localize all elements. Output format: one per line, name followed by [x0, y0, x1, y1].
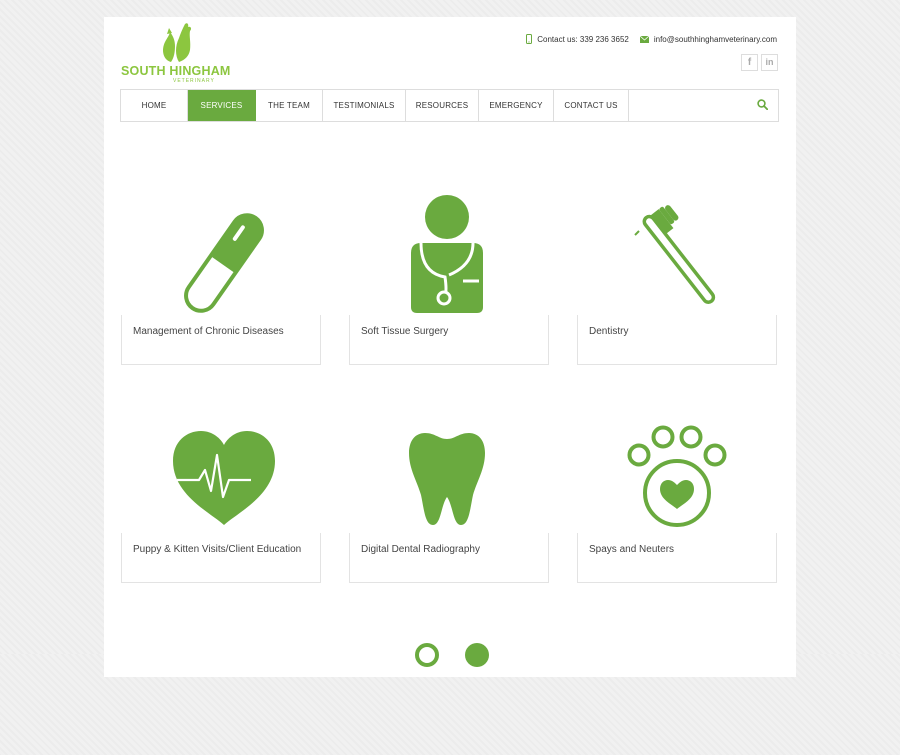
service-title: Digital Dental Radiography — [349, 533, 549, 583]
header-contact: Contact us: 339 236 3652 info@southhingh… — [515, 34, 777, 44]
email-text: info@southhinghamveterinary.com — [653, 34, 777, 44]
nav-services[interactable]: SERVICES — [188, 90, 256, 121]
service-title: Dentistry — [577, 315, 777, 365]
email-contact[interactable]: info@southhinghamveterinary.com — [639, 34, 777, 44]
service-card[interactable]: Spays and Neuters — [577, 413, 777, 583]
nav-emergency[interactable]: EMERGENCY — [479, 90, 554, 121]
mail-icon — [639, 35, 649, 43]
service-title: Puppy & Kitten Visits/Client Education — [121, 533, 321, 583]
tooth-icon — [409, 433, 485, 525]
service-card[interactable]: Dentistry — [577, 195, 777, 365]
service-title: Management of Chronic Diseases — [121, 315, 321, 365]
nav-contact-us[interactable]: CONTACT US — [554, 90, 629, 121]
phone-contact[interactable]: Contact us: 339 236 3652 — [526, 34, 629, 44]
service-card[interactable] — [349, 635, 549, 755]
service-card[interactable]: Soft Tissue Surgery — [349, 195, 549, 365]
social-links: f in — [738, 54, 778, 71]
service-card[interactable]: Puppy & Kitten Visits/Client Education — [121, 413, 321, 583]
search-icon[interactable] — [757, 99, 768, 110]
phone-text: Contact us: 339 236 3652 — [537, 34, 629, 44]
toothbrush-icon — [634, 205, 716, 304]
service-card[interactable]: Management of Chronic Diseases — [121, 195, 321, 365]
nav-testimonials[interactable]: TESTIMONIALS — [323, 90, 406, 121]
nav-home[interactable]: HOME — [121, 90, 188, 121]
logo-subtitle: VETERINARY — [173, 78, 215, 84]
service-card[interactable]: Digital Dental Radiography — [349, 413, 549, 583]
service-title: Soft Tissue Surgery — [349, 315, 549, 365]
logo-name: SOUTH HINGHAM — [121, 64, 231, 78]
service-title: Spays and Neuters — [577, 533, 777, 583]
nav-resources[interactable]: RESOURCES — [406, 90, 479, 121]
doctor-icon — [411, 195, 483, 313]
service-icon-partial — [415, 643, 489, 667]
page-container: SOUTH HINGHAM VETERINARY Contact us: 339… — [104, 17, 796, 677]
paw-heart-icon — [627, 425, 727, 527]
logo-animals-icon — [163, 23, 192, 62]
pill-icon — [184, 213, 264, 313]
heart-pulse-icon — [173, 431, 275, 525]
linkedin-icon[interactable]: in — [761, 54, 778, 71]
phone-icon — [526, 34, 533, 44]
main-nav: HOME SERVICES THE TEAM TESTIMONIALS RESO… — [120, 89, 779, 122]
nav-the-team[interactable]: THE TEAM — [256, 90, 323, 121]
facebook-icon[interactable]: f — [741, 54, 758, 71]
site-logo[interactable]: SOUTH HINGHAM VETERINARY — [121, 20, 231, 90]
